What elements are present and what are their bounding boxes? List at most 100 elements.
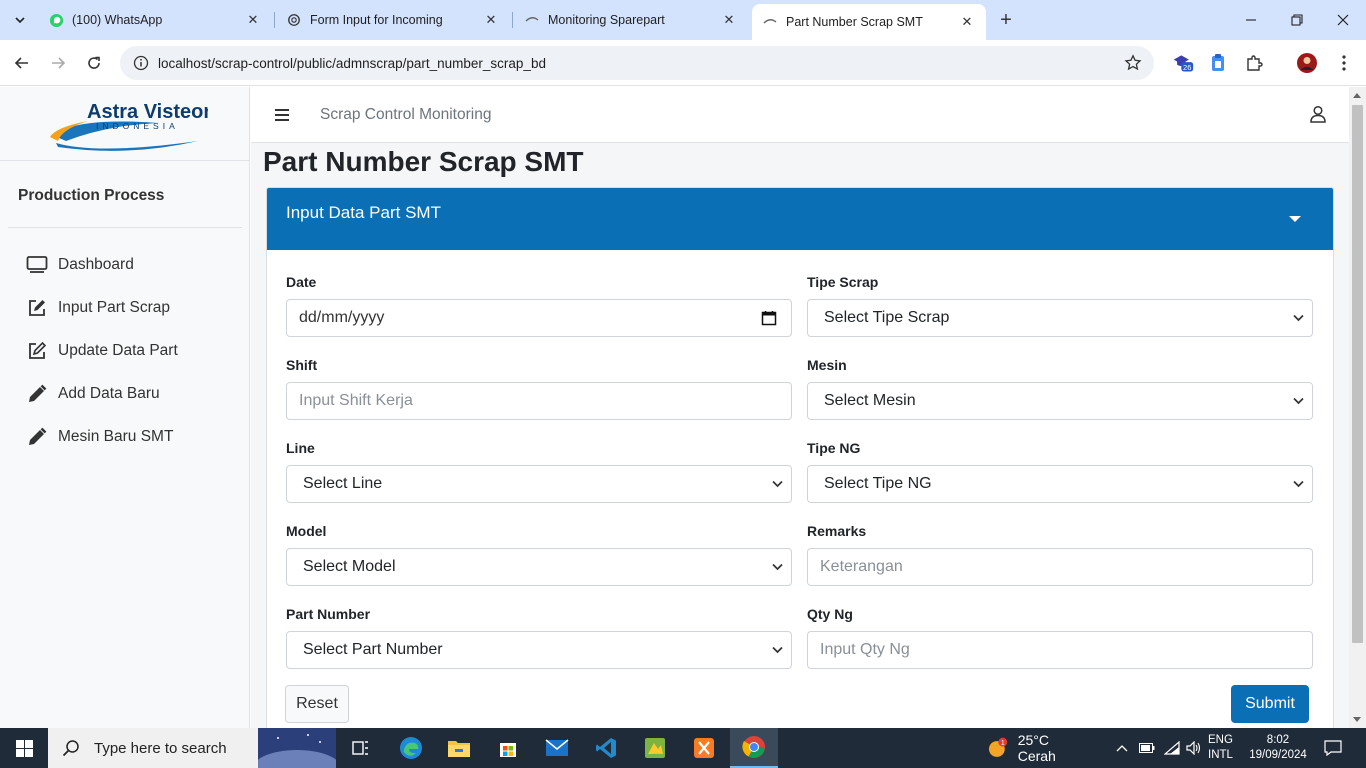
weather-widget[interactable]: 1 25°C Cerah <box>986 728 1090 768</box>
arrow-right-icon <box>52 57 66 69</box>
brand-logo[interactable]: Astra Visteon INDONESIA <box>0 87 249 161</box>
lang-top: ENG <box>1208 734 1233 746</box>
minimize-button[interactable] <box>1228 0 1274 40</box>
extensions-puzzle-icon[interactable] <box>1243 52 1265 74</box>
sun-icon: 1 <box>988 737 1008 757</box>
vscode-taskbar-icon[interactable] <box>583 728 629 768</box>
model-label: Model <box>286 523 327 539</box>
qty-ng-placeholder: Input Qty Ng <box>820 641 910 658</box>
search-highlight-image <box>258 728 336 768</box>
search-placeholder: Type here to search <box>94 739 227 757</box>
new-tab-button[interactable]: + <box>994 8 1018 32</box>
app-taskbar-icon[interactable] <box>632 728 678 768</box>
clock[interactable]: 8:02 19/09/2024 <box>1246 728 1310 768</box>
tab-monitoring-sparepart[interactable]: Monitoring Sparepart ✕ <box>514 4 748 36</box>
restore-button[interactable] <box>1274 0 1320 40</box>
shift-label: Shift <box>286 357 318 373</box>
scrollbar-thumb[interactable] <box>1352 105 1363 643</box>
date-label: Date <box>286 274 317 290</box>
browser-tab-strip: (100) WhatsApp ✕ Form Input for Incoming… <box>0 0 1366 40</box>
tipe-ng-select[interactable]: Select Tipe NG <box>807 465 1313 503</box>
model-select-value: Select Model <box>303 558 396 575</box>
url-text[interactable]: localhost/scrap-control/public/admnscrap… <box>158 56 546 71</box>
sidebar-item-input-part-scrap[interactable]: Input Part Scrap <box>26 296 170 320</box>
reset-button[interactable]: Reset <box>285 685 349 723</box>
store-taskbar-icon[interactable] <box>485 728 531 768</box>
volume-icon[interactable] <box>1184 728 1204 768</box>
xampp-taskbar-icon[interactable] <box>681 728 727 768</box>
top-navbar: Scrap Control Monitoring <box>251 87 1349 143</box>
edge-taskbar-icon[interactable] <box>388 728 434 768</box>
page-icon <box>762 14 778 30</box>
close-window-button[interactable] <box>1320 0 1366 40</box>
user-icon[interactable] <box>1309 105 1327 128</box>
shift-input[interactable]: Input Shift Kerja <box>286 382 792 420</box>
part-number-select[interactable]: Select Part Number <box>286 631 792 669</box>
chevron-down-icon <box>1293 480 1305 488</box>
sidebar-item-update-data-part[interactable]: Update Data Part <box>26 339 178 363</box>
mail-taskbar-icon[interactable] <box>534 728 580 768</box>
language-indicator[interactable]: ENG INTL <box>1208 728 1242 768</box>
windows-logo-icon <box>15 739 33 757</box>
browser-menu-icon[interactable] <box>1333 52 1355 74</box>
qty-ng-input[interactable]: Input Qty Ng <box>807 631 1313 669</box>
task-view-button[interactable] <box>338 728 384 768</box>
extension-clipboard-icon[interactable] <box>1207 52 1229 74</box>
start-button[interactable] <box>0 728 48 768</box>
tipe-ng-select-value: Select Tipe NG <box>824 475 932 492</box>
scroll-down-arrow-icon[interactable] <box>1353 717 1361 722</box>
sidebar-item-mesin-baru-smt[interactable]: Mesin Baru SMT <box>26 425 173 449</box>
sidebar-item-label: Input Part Scrap <box>58 299 171 316</box>
taskbar-search[interactable]: Type here to search <box>48 728 336 768</box>
page-scrollbar[interactable] <box>1349 87 1366 728</box>
forward-button[interactable] <box>46 51 70 75</box>
submit-button[interactable]: Submit <box>1231 685 1309 723</box>
remarks-label: Remarks <box>807 523 867 539</box>
chevron-down-icon <box>772 563 784 571</box>
back-button[interactable] <box>10 51 34 75</box>
card-header[interactable]: Input Data Part SMT <box>267 188 1333 250</box>
pencil-icon <box>26 383 48 405</box>
close-icon[interactable]: ✕ <box>482 11 500 29</box>
bookmark-star-icon[interactable] <box>1124 54 1142 77</box>
input-card: Input Data Part SMT Date dd/mm/yyyy Shif… <box>266 187 1334 728</box>
line-select[interactable]: Select Line <box>286 465 792 503</box>
collapse-caret-icon[interactable] <box>1289 216 1301 222</box>
model-select[interactable]: Select Model <box>286 548 792 586</box>
close-icon[interactable]: ✕ <box>720 11 738 29</box>
qty-ng-label: Qty Ng <box>807 606 853 622</box>
tab-search-button[interactable] <box>8 8 32 32</box>
app-title: Scrap Control Monitoring <box>320 106 492 123</box>
tab-title: Part Number Scrap SMT <box>786 15 923 29</box>
close-icon[interactable]: ✕ <box>244 11 262 29</box>
profile-avatar[interactable] <box>1296 52 1318 74</box>
sidebar-item-dashboard[interactable]: Dashboard <box>26 253 134 277</box>
tray-overflow-icon[interactable] <box>1112 728 1132 768</box>
tipe-scrap-select[interactable]: Select Tipe Scrap <box>807 299 1313 337</box>
hamburger-menu-icon[interactable] <box>273 106 291 124</box>
address-bar[interactable]: localhost/scrap-control/public/admnscrap… <box>120 46 1154 80</box>
scroll-up-arrow-icon[interactable] <box>1353 93 1361 98</box>
remarks-input[interactable]: Keterangan <box>807 548 1313 586</box>
tab-form-input[interactable]: Form Input for Incoming ✕ <box>276 4 510 36</box>
remarks-placeholder: Keterangan <box>820 558 903 575</box>
sidebar-item-add-data-baru[interactable]: Add Data Baru <box>26 382 160 406</box>
file-explorer-taskbar-icon[interactable] <box>436 728 482 768</box>
tab-part-number-scrap[interactable]: Part Number Scrap SMT ✕ <box>752 4 986 40</box>
reload-icon <box>88 56 100 69</box>
sidebar-item-label: Add Data Baru <box>58 385 160 402</box>
wifi-icon[interactable] <box>1162 728 1182 768</box>
mesin-label: Mesin <box>807 357 847 373</box>
notification-center-icon[interactable] <box>1316 728 1350 768</box>
tab-whatsapp[interactable]: (100) WhatsApp ✕ <box>38 4 272 36</box>
calendar-icon[interactable] <box>761 310 777 326</box>
chrome-taskbar-icon[interactable] <box>730 728 778 768</box>
mesin-select-value: Select Mesin <box>824 392 916 409</box>
site-info-icon[interactable] <box>124 55 158 71</box>
battery-icon[interactable] <box>1137 728 1157 768</box>
mesin-select[interactable]: Select Mesin <box>807 382 1313 420</box>
close-icon[interactable]: ✕ <box>958 13 976 31</box>
extension-graduation-icon[interactable]: 26 <box>1172 52 1194 74</box>
date-input[interactable]: dd/mm/yyyy <box>286 299 792 337</box>
reload-button[interactable] <box>82 51 106 75</box>
